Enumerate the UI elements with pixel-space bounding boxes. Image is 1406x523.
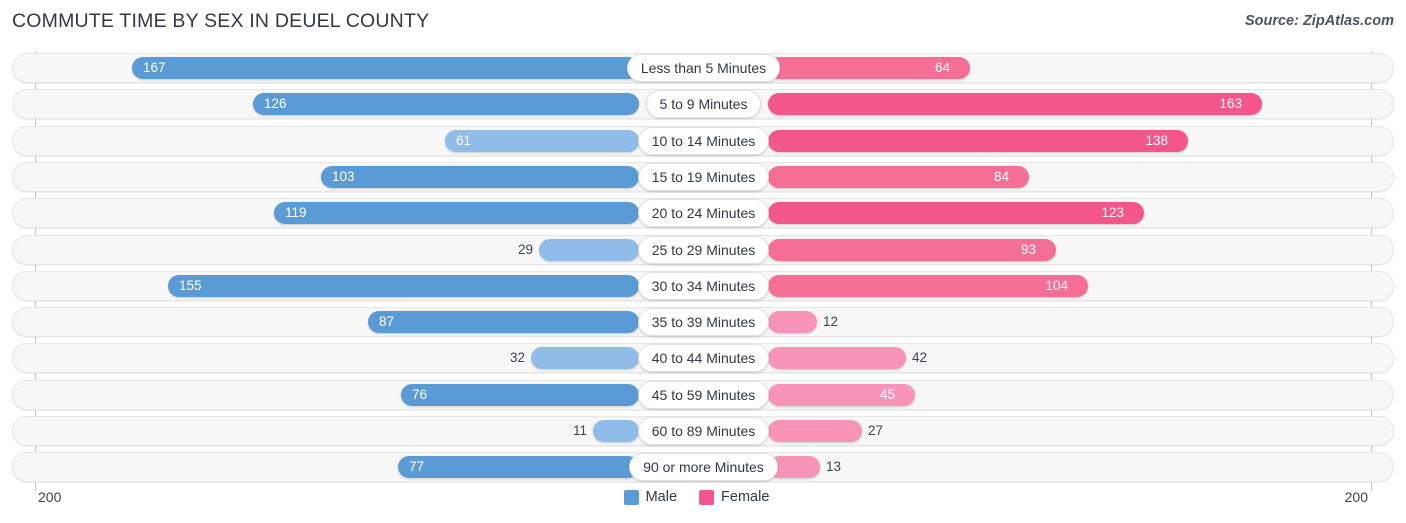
bar-value-female: 64 xyxy=(934,60,950,75)
chart-row: 87 12 35 to 39 Minutes xyxy=(12,307,1394,338)
chart-row: 61 138 10 to 14 Minutes xyxy=(12,125,1394,156)
category-label: 10 to 14 Minutes xyxy=(637,126,770,155)
chart-row: 76 45 45 to 59 Minutes xyxy=(12,379,1394,410)
category-label: 15 to 19 Minutes xyxy=(637,162,770,191)
chart-row: 126 163 5 to 9 Minutes xyxy=(12,89,1394,120)
bar-value-male: 29 xyxy=(517,241,533,257)
bar-female[interactable] xyxy=(768,347,906,370)
category-label: 60 to 89 Minutes xyxy=(637,417,770,445)
bar-male[interactable] xyxy=(398,456,639,479)
bar-value-female: 27 xyxy=(868,423,884,438)
bar-female[interactable] xyxy=(768,311,817,334)
bar-value-male: 76 xyxy=(412,386,428,402)
bar-value-female: 84 xyxy=(993,168,1009,184)
bar-male[interactable] xyxy=(368,311,639,334)
category-label: 35 to 39 Minutes xyxy=(637,308,770,337)
bar-value-female: 13 xyxy=(826,459,842,475)
legend-label: Male xyxy=(645,489,678,505)
bar-male[interactable] xyxy=(445,129,639,152)
category-label: 5 to 9 Minutes xyxy=(645,90,762,119)
bar-value-female: 42 xyxy=(912,350,928,366)
bar-value-male: 61 xyxy=(456,132,472,148)
category-label: 90 or more Minutes xyxy=(629,453,778,482)
category-label: 45 to 59 Minutes xyxy=(637,380,770,409)
legend-item-male[interactable]: Male xyxy=(623,489,678,505)
bar-female[interactable] xyxy=(768,420,862,442)
legend-label: Female xyxy=(721,489,770,505)
source-label: Source: ZipAtlas.com xyxy=(1244,13,1394,29)
bar-value-male: 11 xyxy=(572,423,587,438)
category-label: 25 to 29 Minutes xyxy=(637,235,770,264)
chart-row: 103 84 15 to 19 Minutes xyxy=(12,161,1394,192)
chart-row: 167 64 Less than 5 Minutes xyxy=(12,53,1394,83)
category-label: Less than 5 Minutes xyxy=(626,54,781,82)
chart-row: 11 27 60 to 89 Minutes xyxy=(12,416,1394,446)
bar-value-male: 87 xyxy=(379,314,395,330)
bar-male[interactable] xyxy=(132,57,639,79)
chart-container: COMMUTE TIME BY SEX IN DEUEL COUNTY Sour… xyxy=(0,0,1406,523)
bar-value-male: 103 xyxy=(332,168,355,184)
bar-male[interactable] xyxy=(274,202,639,225)
chart-row: 119 123 20 to 24 Minutes xyxy=(12,198,1394,229)
bar-value-female: 104 xyxy=(1045,277,1068,293)
bar-male[interactable] xyxy=(321,165,639,188)
category-label: 20 to 24 Minutes xyxy=(637,199,770,228)
legend-swatch-icon xyxy=(699,489,715,505)
bar-value-male: 77 xyxy=(409,459,425,475)
bar-value-male: 167 xyxy=(143,60,166,75)
legend-swatch-icon xyxy=(623,489,639,505)
bar-value-male: 32 xyxy=(509,350,525,366)
bar-female[interactable] xyxy=(768,93,1262,116)
chart-row: 77 13 90 or more Minutes xyxy=(12,452,1394,483)
bar-male[interactable] xyxy=(531,347,639,370)
bar-female[interactable] xyxy=(768,129,1188,152)
bar-male[interactable] xyxy=(253,93,639,116)
legend-item-female[interactable]: Female xyxy=(699,489,769,505)
bar-value-male: 155 xyxy=(179,277,202,293)
bar-value-female: 138 xyxy=(1145,132,1168,148)
bar-value-female: 123 xyxy=(1101,205,1124,221)
bar-value-female: 163 xyxy=(1219,96,1242,112)
chart-row: 32 42 40 to 44 Minutes xyxy=(12,343,1394,374)
bar-value-male: 119 xyxy=(285,205,307,221)
chart-row: 29 93 25 to 29 Minutes xyxy=(12,234,1394,265)
legend: Male Female xyxy=(0,489,1406,505)
page-title: COMMUTE TIME BY SEX IN DEUEL COUNTY xyxy=(12,10,430,32)
bar-value-female: 93 xyxy=(1020,241,1036,257)
chart-footer: 200 200 Male Female xyxy=(0,487,1406,523)
bar-female[interactable] xyxy=(768,202,1144,225)
chart-row: 155 104 30 to 34 Minutes xyxy=(12,270,1394,301)
plot-area: 167 64 Less than 5 Minutes 126 163 5 to 9 Min… xyxy=(0,51,1406,491)
bar-male[interactable] xyxy=(539,238,639,261)
bar-value-female: 45 xyxy=(879,386,895,402)
bar-value-male: 126 xyxy=(264,96,287,112)
bar-male[interactable] xyxy=(401,383,639,406)
bar-male[interactable] xyxy=(593,420,639,442)
bar-value-female: 12 xyxy=(823,314,839,330)
bar-male[interactable] xyxy=(168,274,639,297)
category-label: 30 to 34 Minutes xyxy=(637,271,770,300)
category-label: 40 to 44 Minutes xyxy=(637,344,770,373)
